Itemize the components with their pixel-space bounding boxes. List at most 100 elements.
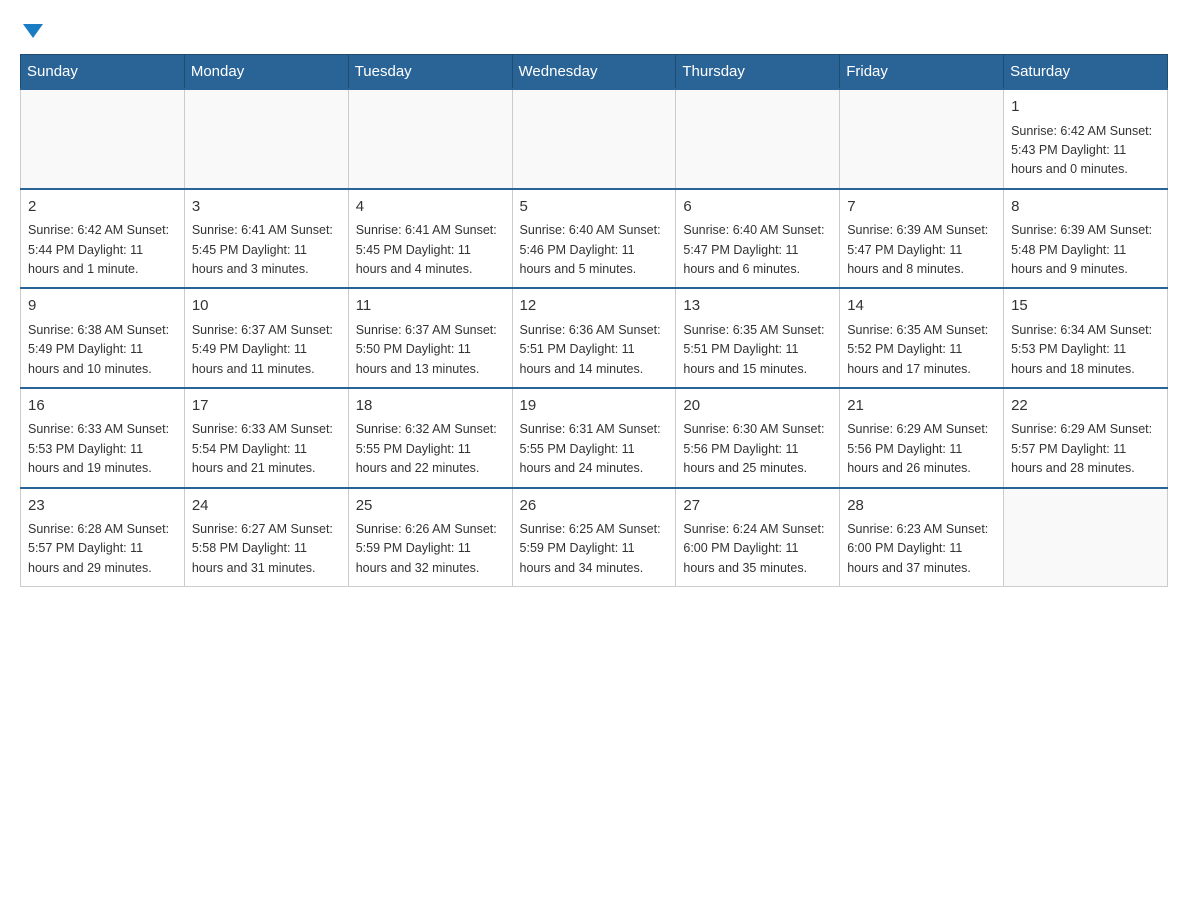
calendar-week-row: 2Sunrise: 6:42 AM Sunset: 5:44 PM Daylig… — [21, 189, 1168, 289]
calendar-header-row: SundayMondayTuesdayWednesdayThursdayFrid… — [21, 55, 1168, 90]
calendar-cell: 5Sunrise: 6:40 AM Sunset: 5:46 PM Daylig… — [512, 189, 676, 289]
day-info: Sunrise: 6:35 AM Sunset: 5:51 PM Dayligh… — [683, 321, 832, 379]
day-header-thursday: Thursday — [676, 55, 840, 90]
day-number: 8 — [1011, 196, 1160, 219]
day-info: Sunrise: 6:33 AM Sunset: 5:54 PM Dayligh… — [192, 420, 341, 478]
calendar-cell: 3Sunrise: 6:41 AM Sunset: 5:45 PM Daylig… — [184, 189, 348, 289]
day-info: Sunrise: 6:40 AM Sunset: 5:47 PM Dayligh… — [683, 221, 832, 279]
day-number: 14 — [847, 295, 996, 318]
day-info: Sunrise: 6:26 AM Sunset: 5:59 PM Dayligh… — [356, 520, 505, 578]
calendar-cell: 15 Sunrise: 6:34 AM Sunset: 5:53 PM Dayli… — [1004, 288, 1168, 388]
calendar-cell: 4Sunrise: 6:41 AM Sunset: 5:45 PM Daylig… — [348, 189, 512, 289]
day-number: 7 — [847, 196, 996, 219]
calendar-cell: 18Sunrise: 6:32 AM Sunset: 5:55 PM Dayli… — [348, 388, 512, 488]
day-number: 12 — [520, 295, 669, 318]
calendar-cell: 24Sunrise: 6:27 AM Sunset: 5:58 PM Dayli… — [184, 488, 348, 587]
day-info: Sunrise: 6:23 AM Sunset: 6:00 PM Dayligh… — [847, 520, 996, 578]
day-number: 5 — [520, 196, 669, 219]
day-number: 25 — [356, 495, 505, 518]
calendar-table: SundayMondayTuesdayWednesdayThursdayFrid… — [20, 54, 1168, 587]
calendar-week-row: 16Sunrise: 6:33 AM Sunset: 5:53 PM Dayli… — [21, 388, 1168, 488]
calendar-week-row: 1 Sunrise: 6:42 AM Sunset: 5:43 PM Daylig… — [21, 89, 1168, 189]
day-number: 1 — [1011, 96, 1160, 119]
calendar-cell: 17Sunrise: 6:33 AM Sunset: 5:54 PM Dayli… — [184, 388, 348, 488]
calendar-week-row: 23Sunrise: 6:28 AM Sunset: 5:57 PM Dayli… — [21, 488, 1168, 587]
day-number: 11 — [356, 295, 505, 318]
day-info: Sunrise: 6:39 AM Sunset: 5:48 PM Dayligh… — [1011, 221, 1160, 279]
calendar-cell: 9 Sunrise: 6:38 AM Sunset: 5:49 PM Daylig… — [21, 288, 185, 388]
day-number: 10 — [192, 295, 341, 318]
calendar-cell: 22Sunrise: 6:29 AM Sunset: 5:57 PM Dayli… — [1004, 388, 1168, 488]
day-number: 28 — [847, 495, 996, 518]
calendar-cell: 21Sunrise: 6:29 AM Sunset: 5:56 PM Dayli… — [840, 388, 1004, 488]
calendar-cell: 16Sunrise: 6:33 AM Sunset: 5:53 PM Dayli… — [21, 388, 185, 488]
day-number: 21 — [847, 395, 996, 418]
calendar-cell: 2Sunrise: 6:42 AM Sunset: 5:44 PM Daylig… — [21, 189, 185, 289]
day-number: 15 — [1011, 295, 1160, 318]
day-info: Sunrise: 6:42 AM Sunset: 5:43 PM Dayligh… — [1011, 122, 1160, 180]
day-header-sunday: Sunday — [21, 55, 185, 90]
day-info: Sunrise: 6:29 AM Sunset: 5:56 PM Dayligh… — [847, 420, 996, 478]
day-info: Sunrise: 6:41 AM Sunset: 5:45 PM Dayligh… — [192, 221, 341, 279]
day-info: Sunrise: 6:27 AM Sunset: 5:58 PM Dayligh… — [192, 520, 341, 578]
day-info: Sunrise: 6:41 AM Sunset: 5:45 PM Dayligh… — [356, 221, 505, 279]
calendar-cell: 10Sunrise: 6:37 AM Sunset: 5:49 PM Dayli… — [184, 288, 348, 388]
day-header-saturday: Saturday — [1004, 55, 1168, 90]
day-info: Sunrise: 6:34 AM Sunset: 5:53 PM Dayligh… — [1011, 321, 1160, 379]
calendar-cell — [512, 89, 676, 189]
day-number: 17 — [192, 395, 341, 418]
day-header-tuesday: Tuesday — [348, 55, 512, 90]
day-info: Sunrise: 6:24 AM Sunset: 6:00 PM Dayligh… — [683, 520, 832, 578]
calendar-cell: 1 Sunrise: 6:42 AM Sunset: 5:43 PM Daylig… — [1004, 89, 1168, 189]
day-number: 16 — [28, 395, 177, 418]
day-info: Sunrise: 6:31 AM Sunset: 5:55 PM Dayligh… — [520, 420, 669, 478]
day-header-monday: Monday — [184, 55, 348, 90]
calendar-cell: 28Sunrise: 6:23 AM Sunset: 6:00 PM Dayli… — [840, 488, 1004, 587]
day-info: Sunrise: 6:29 AM Sunset: 5:57 PM Dayligh… — [1011, 420, 1160, 478]
page-header — [20, 20, 1168, 38]
calendar-cell: 26Sunrise: 6:25 AM Sunset: 5:59 PM Dayli… — [512, 488, 676, 587]
day-number: 3 — [192, 196, 341, 219]
day-info: Sunrise: 6:30 AM Sunset: 5:56 PM Dayligh… — [683, 420, 832, 478]
day-info: Sunrise: 6:33 AM Sunset: 5:53 PM Dayligh… — [28, 420, 177, 478]
calendar-cell — [1004, 488, 1168, 587]
day-info: Sunrise: 6:39 AM Sunset: 5:47 PM Dayligh… — [847, 221, 996, 279]
logo-triangle-icon — [23, 24, 43, 38]
calendar-cell: 12 Sunrise: 6:36 AM Sunset: 5:51 PM Dayli… — [512, 288, 676, 388]
day-number: 19 — [520, 395, 669, 418]
day-number: 6 — [683, 196, 832, 219]
calendar-cell — [676, 89, 840, 189]
day-number: 23 — [28, 495, 177, 518]
day-info: Sunrise: 6:25 AM Sunset: 5:59 PM Dayligh… — [520, 520, 669, 578]
day-info: Sunrise: 6:38 AM Sunset: 5:49 PM Dayligh… — [28, 321, 177, 379]
calendar-cell: 11Sunrise: 6:37 AM Sunset: 5:50 PM Dayli… — [348, 288, 512, 388]
day-info: Sunrise: 6:36 AM Sunset: 5:51 PM Dayligh… — [520, 321, 669, 379]
day-info: Sunrise: 6:42 AM Sunset: 5:44 PM Dayligh… — [28, 221, 177, 279]
day-number: 20 — [683, 395, 832, 418]
day-number: 27 — [683, 495, 832, 518]
calendar-cell: 25Sunrise: 6:26 AM Sunset: 5:59 PM Dayli… — [348, 488, 512, 587]
calendar-cell: 7Sunrise: 6:39 AM Sunset: 5:47 PM Daylig… — [840, 189, 1004, 289]
calendar-cell — [21, 89, 185, 189]
day-info: Sunrise: 6:32 AM Sunset: 5:55 PM Dayligh… — [356, 420, 505, 478]
day-number: 9 — [28, 295, 177, 318]
calendar-cell — [348, 89, 512, 189]
calendar-cell: 13 Sunrise: 6:35 AM Sunset: 5:51 PM Dayli… — [676, 288, 840, 388]
day-header-friday: Friday — [840, 55, 1004, 90]
calendar-cell — [184, 89, 348, 189]
day-number: 26 — [520, 495, 669, 518]
day-info: Sunrise: 6:28 AM Sunset: 5:57 PM Dayligh… — [28, 520, 177, 578]
calendar-cell — [840, 89, 1004, 189]
calendar-cell: 20Sunrise: 6:30 AM Sunset: 5:56 PM Dayli… — [676, 388, 840, 488]
day-info: Sunrise: 6:40 AM Sunset: 5:46 PM Dayligh… — [520, 221, 669, 279]
logo — [20, 20, 43, 38]
day-number: 4 — [356, 196, 505, 219]
day-number: 13 — [683, 295, 832, 318]
day-info: Sunrise: 6:35 AM Sunset: 5:52 PM Dayligh… — [847, 321, 996, 379]
day-number: 22 — [1011, 395, 1160, 418]
calendar-cell: 23Sunrise: 6:28 AM Sunset: 5:57 PM Dayli… — [21, 488, 185, 587]
day-number: 2 — [28, 196, 177, 219]
calendar-cell: 27Sunrise: 6:24 AM Sunset: 6:00 PM Dayli… — [676, 488, 840, 587]
day-header-wednesday: Wednesday — [512, 55, 676, 90]
day-number: 24 — [192, 495, 341, 518]
